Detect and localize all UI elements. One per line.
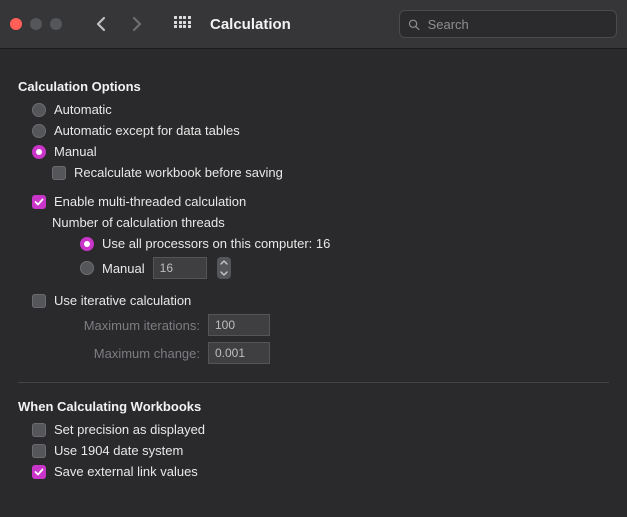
- radio-use-all-label: Use all processors on this computer: 16: [102, 236, 330, 251]
- radio-automatic-except-row[interactable]: Automatic except for data tables: [18, 123, 609, 138]
- radio-manual[interactable]: [32, 145, 46, 159]
- calc-options-heading: Calculation Options: [18, 79, 609, 94]
- close-window-button[interactable]: [10, 18, 22, 30]
- max-change-row: Maximum change:: [52, 342, 609, 364]
- section-divider: [18, 382, 609, 383]
- date1904-label: Use 1904 date system: [54, 443, 183, 458]
- threads-count-label: Number of calculation threads: [52, 215, 609, 230]
- max-iterations-row: Maximum iterations:: [52, 314, 609, 336]
- precision-row[interactable]: Set precision as displayed: [18, 422, 609, 437]
- recalc-before-save-checkbox[interactable]: [52, 166, 66, 180]
- page-title: Calculation: [210, 16, 291, 33]
- search-input[interactable]: [426, 16, 608, 33]
- show-all-icon[interactable]: [174, 16, 190, 32]
- radio-automatic[interactable]: [32, 103, 46, 117]
- enable-multithread-checkbox[interactable]: [32, 195, 46, 209]
- thread-count-stepper[interactable]: [217, 257, 231, 279]
- radio-thread-manual[interactable]: [80, 261, 94, 275]
- radio-automatic-row[interactable]: Automatic: [18, 102, 609, 117]
- nav-arrows: [90, 13, 148, 35]
- enable-multithread-label: Enable multi-threaded calculation: [54, 194, 246, 209]
- minimize-window-button[interactable]: [30, 18, 42, 30]
- max-iterations-input[interactable]: [208, 314, 270, 336]
- date1904-checkbox[interactable]: [32, 444, 46, 458]
- radio-thread-manual-row[interactable]: Manual: [18, 257, 609, 279]
- iterative-checkbox[interactable]: [32, 294, 46, 308]
- iterative-row[interactable]: Use iterative calculation: [18, 293, 609, 308]
- max-iterations-label: Maximum iterations:: [52, 318, 200, 333]
- search-field[interactable]: [399, 10, 617, 38]
- precision-label: Set precision as displayed: [54, 422, 205, 437]
- stepper-up-icon[interactable]: [217, 257, 231, 268]
- window-controls: [10, 18, 62, 30]
- iterative-label: Use iterative calculation: [54, 293, 191, 308]
- save-external-row[interactable]: Save external link values: [18, 464, 609, 479]
- radio-manual-row[interactable]: Manual: [18, 144, 609, 159]
- radio-use-all-processors[interactable]: [80, 237, 94, 251]
- recalc-before-save-label: Recalculate workbook before saving: [74, 165, 283, 180]
- date1904-row[interactable]: Use 1904 date system: [18, 443, 609, 458]
- thread-count-input[interactable]: [153, 257, 207, 279]
- radio-automatic-except[interactable]: [32, 124, 46, 138]
- workbooks-heading: When Calculating Workbooks: [18, 399, 609, 414]
- max-change-input[interactable]: [208, 342, 270, 364]
- content: Calculation Options Automatic Automatic …: [0, 49, 627, 501]
- save-external-checkbox[interactable]: [32, 465, 46, 479]
- radio-use-all-row[interactable]: Use all processors on this computer: 16: [18, 236, 609, 251]
- recalc-before-save-row[interactable]: Recalculate workbook before saving: [18, 165, 609, 180]
- back-button[interactable]: [90, 13, 112, 35]
- search-icon: [408, 18, 420, 31]
- radio-automatic-label: Automatic: [54, 102, 112, 117]
- precision-checkbox[interactable]: [32, 423, 46, 437]
- forward-button[interactable]: [126, 13, 148, 35]
- stepper-down-icon[interactable]: [217, 268, 231, 279]
- zoom-window-button[interactable]: [50, 18, 62, 30]
- enable-multithread-row[interactable]: Enable multi-threaded calculation: [18, 194, 609, 209]
- save-external-label: Save external link values: [54, 464, 198, 479]
- radio-manual-label: Manual: [54, 144, 97, 159]
- max-change-label: Maximum change:: [52, 346, 200, 361]
- radio-thread-manual-label: Manual: [102, 261, 145, 276]
- titlebar: Calculation: [0, 0, 627, 49]
- radio-automatic-except-label: Automatic except for data tables: [54, 123, 240, 138]
